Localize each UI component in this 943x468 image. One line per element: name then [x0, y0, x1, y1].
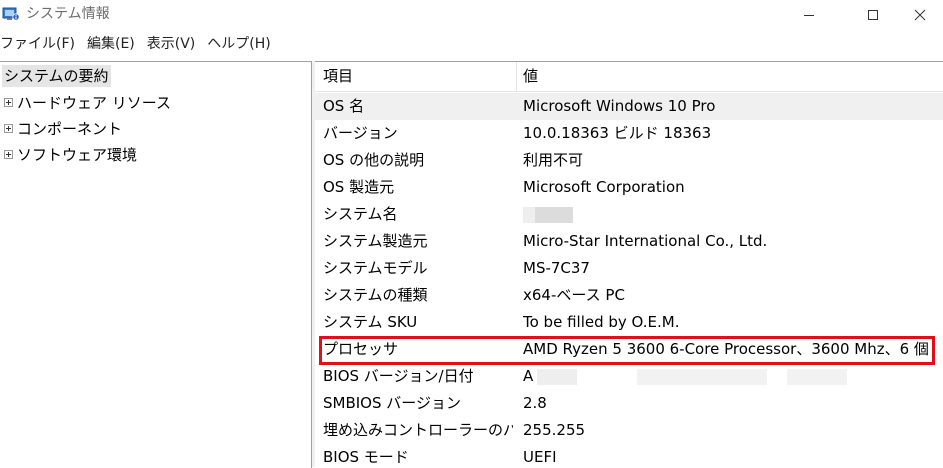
window-title: システム情報: [26, 6, 110, 22]
redacted-value: [637, 368, 768, 385]
table-row[interactable]: OS 名 Microsoft Windows 10 Pro: [315, 93, 943, 120]
table-row[interactable]: BIOS モード UEFI: [315, 444, 943, 468]
expand-icon[interactable]: [4, 123, 13, 133]
row-item: プロセッサ: [323, 340, 399, 358]
row-value: Microsoft Corporation: [523, 178, 685, 196]
expand-icon[interactable]: [4, 149, 13, 159]
row-value: MS-7C37: [523, 259, 590, 277]
table-row[interactable]: システムの種類 x64-ベース PC: [315, 282, 943, 309]
category-tree[interactable]: システムの要約 ハードウェア リソース コンポーネント ソフトウェア環境: [0, 61, 312, 468]
row-item: BIOS バージョン/日付: [323, 367, 474, 385]
table-row[interactable]: システムモデル MS-7C37: [315, 255, 943, 282]
row-value: AMD Ryzen 5 3600 6-Core Processor、3600 M…: [523, 340, 929, 358]
system-info-icon: [2, 7, 20, 21]
row-item: システム名: [323, 205, 398, 223]
row-value: To be filled by O.E.M.: [523, 313, 680, 331]
close-button[interactable]: [897, 0, 943, 30]
row-item: OS 製造元: [323, 178, 395, 196]
menu-bar: ファイル(F) 編集(E) 表示(V) ヘルプ(H): [0, 31, 943, 57]
row-value: x64-ベース PC: [523, 286, 625, 304]
tree-item-label: ソフトウェア環境: [17, 145, 138, 164]
table-row[interactable]: システム製造元 Micro-Star International Co., Lt…: [315, 228, 943, 255]
redacted-value: [787, 368, 848, 385]
menu-file[interactable]: ファイル(F): [0, 34, 75, 54]
minimize-icon: [804, 15, 814, 16]
tree-item-software-environment[interactable]: ソフトウェア環境: [4, 143, 137, 165]
table-row[interactable]: システム SKU To be filled by O.E.M.: [315, 309, 943, 336]
table-row[interactable]: システム名: [315, 201, 943, 228]
list-rows: OS 名 Microsoft Windows 10 Pro バージョン 10.0…: [315, 93, 943, 468]
title-bar: システム情報: [0, 0, 943, 30]
row-value: 10.0.18363 ビルド 18363: [523, 124, 712, 142]
row-value: A: [523, 363, 941, 390]
row-item: BIOS モード: [323, 448, 409, 466]
row-item: 埋め込みコントローラーのバ...: [323, 421, 513, 439]
table-row[interactable]: バージョン 10.0.18363 ビルド 18363: [315, 120, 943, 147]
redacted-value: [537, 368, 578, 385]
row-item: システム製造元: [323, 232, 428, 250]
table-row[interactable]: OS 製造元 Microsoft Corporation: [315, 174, 943, 201]
column-header-item[interactable]: 項目: [315, 62, 517, 91]
row-item: OS の他の説明: [323, 151, 425, 169]
menu-help[interactable]: ヘルプ(H): [207, 34, 270, 54]
menu-view[interactable]: 表示(V): [147, 34, 196, 54]
details-list[interactable]: 項目 値 OS 名 Microsoft Windows 10 Pro バージョン…: [315, 61, 943, 468]
table-row[interactable]: プロセッサ AMD Ryzen 5 3600 6-Core Processor、…: [315, 336, 943, 363]
row-item: OS 名: [323, 97, 365, 115]
tree-item-components[interactable]: コンポーネント: [4, 117, 122, 139]
row-value: 利用不可: [523, 151, 584, 169]
row-value: 2.8: [523, 394, 547, 412]
table-row[interactable]: OS の他の説明 利用不可: [315, 147, 943, 174]
row-value: [523, 201, 941, 228]
tree-item-hardware-resources[interactable]: ハードウェア リソース: [4, 91, 171, 113]
row-item: システム SKU: [323, 313, 418, 331]
redacted-value: [535, 206, 573, 223]
list-header: 項目 値: [315, 62, 943, 92]
maximize-button[interactable]: [850, 0, 896, 30]
row-value: Micro-Star International Co., Ltd.: [523, 232, 768, 250]
maximize-icon: [868, 10, 878, 20]
tree-item-label: ハードウェア リソース: [17, 93, 172, 112]
tree-item-label: コンポーネント: [17, 119, 123, 138]
row-value: 255.255: [523, 421, 586, 439]
close-icon: [914, 9, 926, 21]
minimize-button[interactable]: [786, 0, 832, 30]
row-item: システムの種類: [323, 286, 428, 304]
table-row[interactable]: SMBIOS バージョン 2.8: [315, 390, 943, 417]
redacted-value: [523, 206, 535, 223]
expand-icon[interactable]: [4, 97, 13, 107]
row-value: Microsoft Windows 10 Pro: [523, 97, 716, 115]
row-value-text: A: [523, 367, 534, 385]
table-row[interactable]: BIOS バージョン/日付 A: [315, 363, 943, 390]
row-value: UEFI: [523, 448, 557, 466]
menu-edit[interactable]: 編集(E): [87, 34, 135, 54]
table-row[interactable]: 埋め込みコントローラーのバ... 255.255: [315, 417, 943, 444]
row-item: システムモデル: [323, 259, 428, 277]
tree-item-system-summary[interactable]: システムの要約: [2, 65, 111, 87]
row-item: バージョン: [323, 124, 398, 142]
column-header-value[interactable]: 値: [515, 62, 943, 91]
row-item: SMBIOS バージョン: [323, 394, 461, 412]
